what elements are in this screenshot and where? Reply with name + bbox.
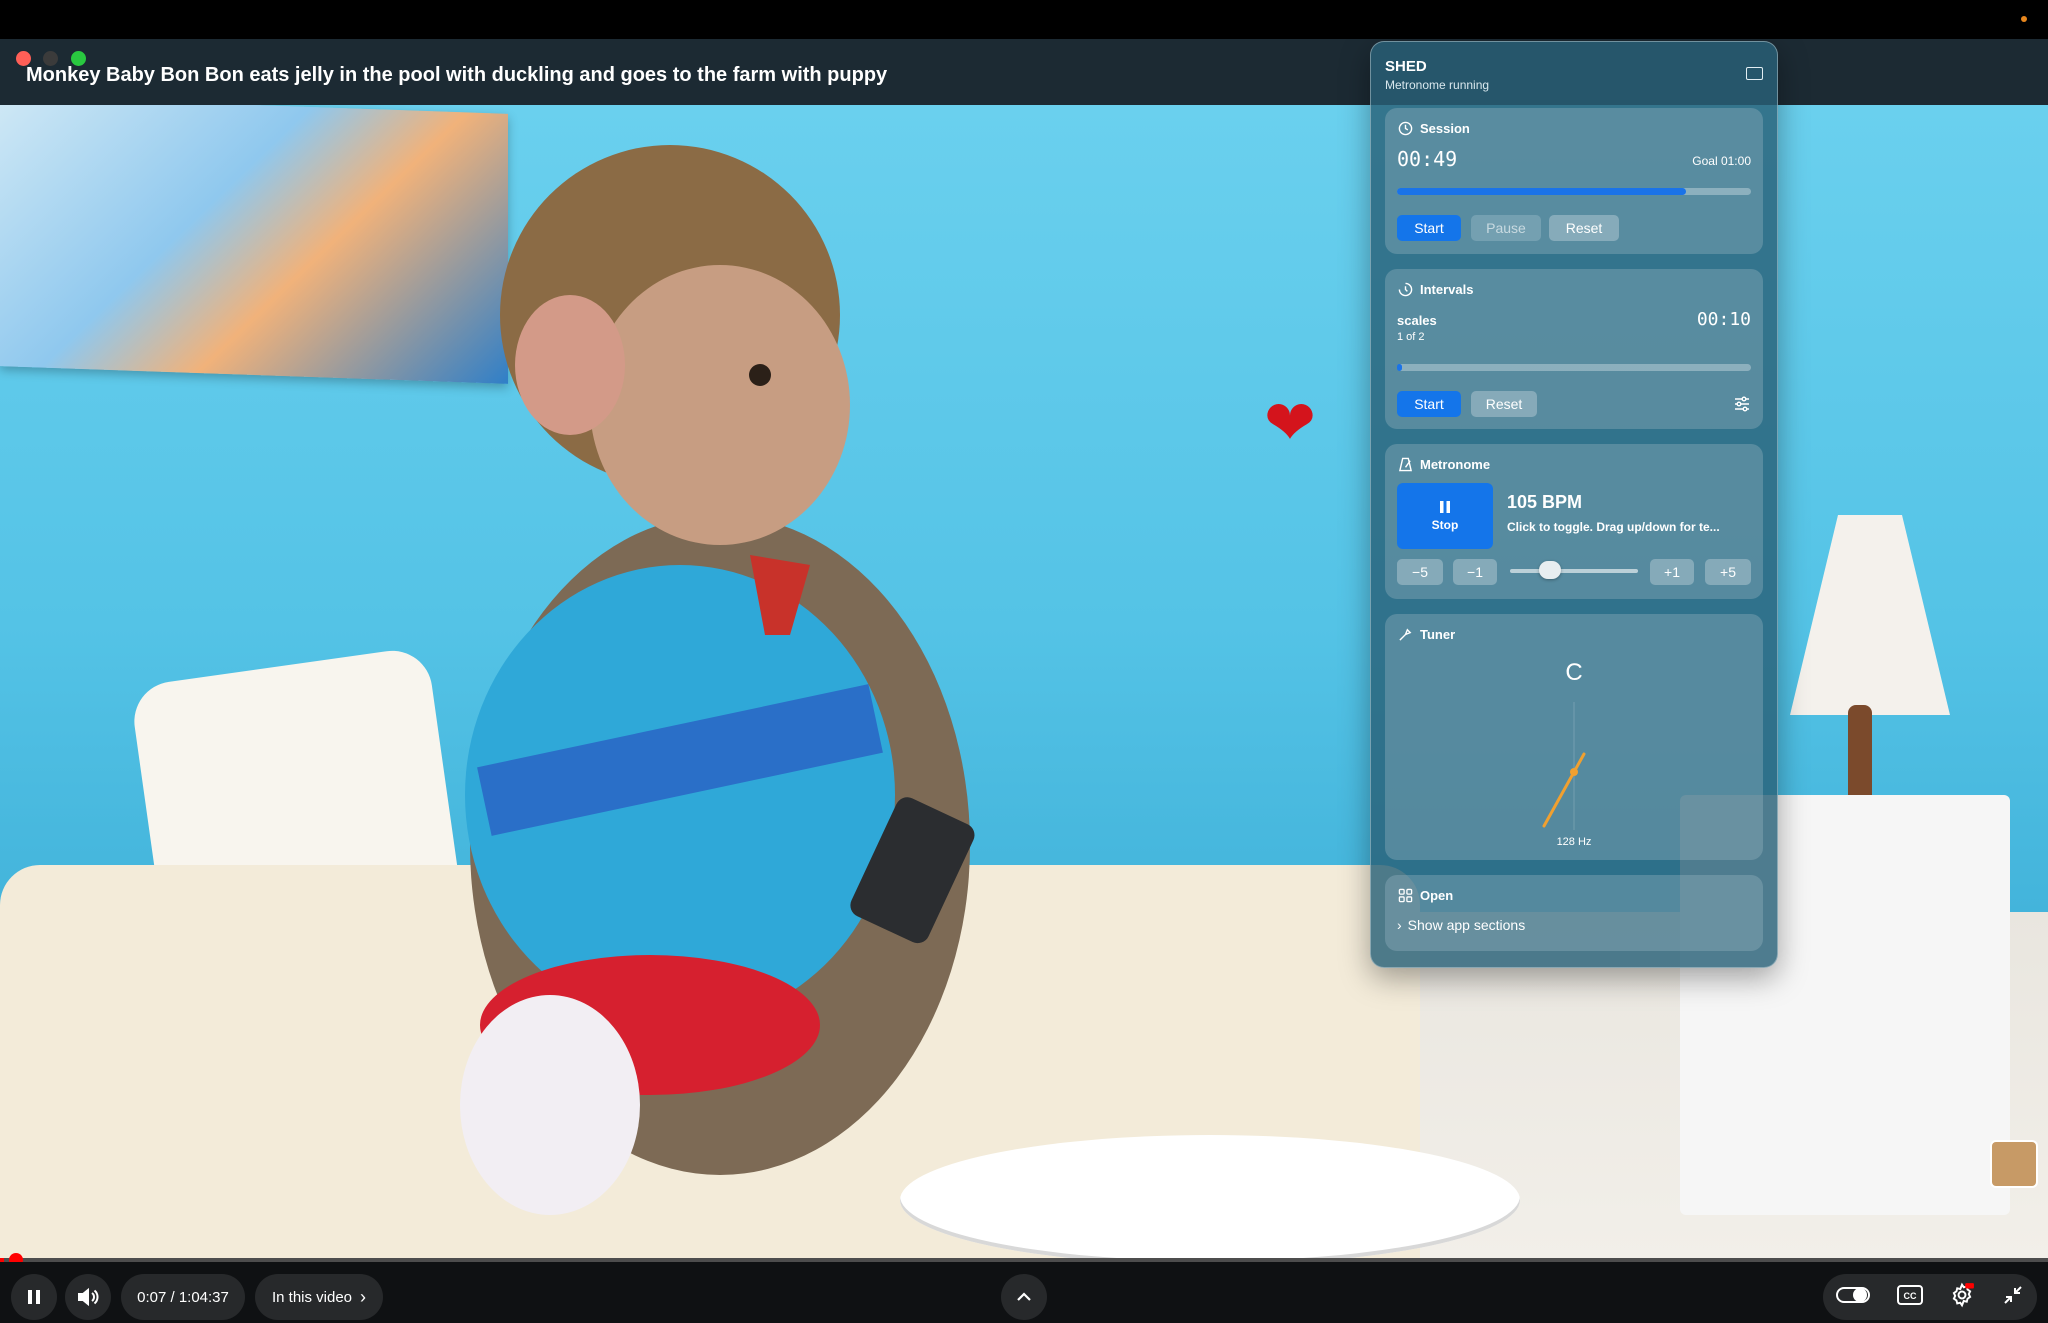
interval-time: 00:10 (1696, 309, 1751, 330)
session-start-button[interactable]: Start (1397, 215, 1461, 241)
session-goal: Goal 01:00 (1692, 154, 1751, 168)
clock-icon (1397, 120, 1413, 136)
tuning-fork-icon (1397, 626, 1413, 642)
exit-fullscreen-icon[interactable] (2002, 1284, 2024, 1310)
tempo-plus-1-button[interactable]: +1 (1650, 559, 1694, 585)
session-header: Session (1397, 120, 1470, 136)
session-elapsed: 00:49 (1397, 147, 1458, 171)
session-card: Session 00:49 Goal 01:00 Start Pause Res… (1385, 108, 1763, 254)
captions-icon[interactable]: CC (1896, 1285, 1923, 1309)
pause-icon (1440, 501, 1450, 513)
shed-title: SHED (1385, 58, 1427, 75)
chevron-right-icon: › (360, 1286, 367, 1307)
autoplay-toggle-icon[interactable] (1836, 1285, 1871, 1309)
intervals-reset-button[interactable]: Reset (1471, 391, 1537, 417)
tempo-minus-5-button[interactable]: −5 (1397, 559, 1443, 585)
intervals-label: Intervals (1420, 281, 1474, 297)
interval-progress-track (1397, 364, 1751, 371)
interval-count: 1 of 2 (1397, 331, 1425, 343)
volume-icon (78, 1287, 99, 1307)
intervals-card: Intervals scales 1 of 2 00:10 Start Rese… (1385, 269, 1763, 429)
session-reset-button[interactable]: Reset (1549, 215, 1619, 241)
chevron-up-icon (1017, 1292, 1031, 1301)
time-display[interactable]: 0:07 / 1:04:37 (121, 1274, 245, 1320)
sliders-icon[interactable] (1733, 395, 1751, 418)
tuner-card: Tuner C 128 Hz (1385, 614, 1763, 860)
metronome-bpm[interactable]: 105 BPM (1507, 492, 1582, 513)
metronome-card: Metronome Stop 105 BPM Click to toggle. … (1385, 444, 1763, 599)
interval-name: scales (1397, 313, 1437, 328)
pause-icon (28, 1290, 40, 1304)
chevron-right-icon: › (1397, 917, 1402, 933)
show-app-sections-label: Show app sections (1407, 917, 1526, 933)
metronome-toggle-button[interactable]: Stop (1397, 483, 1493, 549)
channel-thumbnail[interactable] (1990, 1140, 2038, 1188)
session-progress-fill (1397, 188, 1686, 195)
right-controls: CC (1823, 1274, 2037, 1320)
tuner-header: Tuner (1397, 626, 1455, 642)
intervals-start-button[interactable]: Start (1397, 391, 1461, 417)
heart-icon: ❤ (1264, 389, 1316, 458)
shed-header: SHED Metronome running (1385, 58, 1489, 92)
metronome-toggle-label: Stop (1431, 518, 1459, 532)
shed-subtitle: Metronome running (1385, 78, 1490, 92)
menu-bar (0, 0, 2048, 39)
volume-button[interactable] (65, 1274, 111, 1320)
lamp-shade (1790, 515, 1950, 715)
grid-icon (1397, 887, 1413, 903)
session-label: Session (1420, 120, 1470, 136)
monkey-figure (460, 145, 975, 1215)
metronome-header: Metronome (1397, 456, 1490, 472)
metronome-hint: Click to toggle. Drag up/down for te... (1507, 520, 1720, 534)
status-dot-icon (2021, 16, 2027, 22)
interval-progress-fill (1397, 364, 1403, 371)
round-table (900, 1135, 1520, 1258)
player-controls: 0:07 / 1:04:37 In this video › CC (0, 1262, 2048, 1323)
settings-gear-icon[interactable] (1949, 1282, 1975, 1312)
window-mode-icon[interactable] (1746, 67, 1763, 80)
svg-text:CC: CC (1903, 1291, 1916, 1301)
show-app-sections-link[interactable]: › Show app sections (1397, 917, 1525, 933)
intervals-header: Intervals (1397, 281, 1473, 297)
tempo-minus-1-button[interactable]: −1 (1453, 559, 1497, 585)
tempo-slider-thumb[interactable] (1538, 561, 1561, 579)
metronome-icon (1397, 456, 1413, 472)
in-this-video-label: In this video (271, 1288, 353, 1306)
in-this-video-button[interactable]: In this video › (255, 1274, 383, 1320)
expand-up-button[interactable] (1001, 1274, 1047, 1320)
tempo-slider-track (1510, 569, 1638, 573)
shed-panel: SHED Metronome running Session 00:49 Goa… (1370, 41, 1778, 968)
video-title: Monkey Baby Bon Bon eats jelly in the po… (26, 64, 888, 86)
session-progress-track (1397, 188, 1751, 195)
session-pause-button[interactable]: Pause (1471, 215, 1541, 241)
tuner-needle-icon (1542, 702, 1586, 830)
pause-button[interactable] (11, 1274, 57, 1320)
tuner-note: C (1565, 659, 1583, 686)
metronome-label: Metronome (1420, 456, 1491, 472)
timer-icon (1397, 281, 1413, 297)
open-header: Open (1397, 887, 1453, 903)
tempo-slider[interactable] (1510, 561, 1638, 579)
open-card: Open › Show app sections (1385, 875, 1763, 951)
tuner-frequency: 128 Hz (1556, 836, 1592, 848)
open-label: Open (1420, 887, 1454, 903)
tuner-label: Tuner (1420, 626, 1456, 642)
tempo-plus-5-button[interactable]: +5 (1705, 559, 1751, 585)
